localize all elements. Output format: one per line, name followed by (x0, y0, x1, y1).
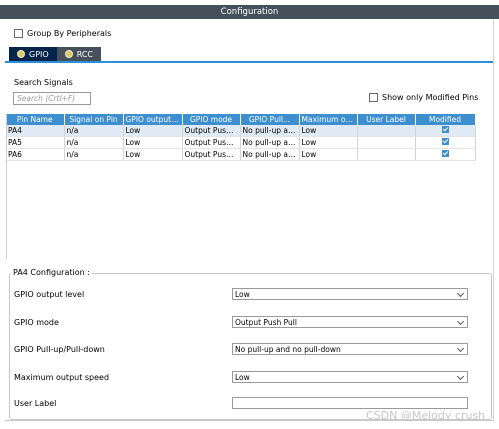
cell-pin: PA6 (6, 148, 65, 161)
tab-underline (5, 61, 493, 63)
max-output-speed-label: Maximum output speed (14, 373, 110, 382)
tab-gpio-label: GPIO (29, 49, 49, 59)
chevron-down-icon (456, 289, 465, 298)
col-gpio-output[interactable]: GPIO output ... (123, 114, 183, 125)
col-pin-name[interactable]: Pin Name (6, 114, 65, 125)
col-signal[interactable]: Signal on Pin (64, 114, 124, 125)
cell-speed: Low (299, 125, 358, 137)
tab-gpio[interactable]: GPIO (9, 47, 57, 61)
col-user-label[interactable]: User Label (357, 114, 416, 125)
gpio-pull-value: No pull-up and no pull-down (235, 345, 341, 354)
col-modified[interactable]: Modified (415, 114, 476, 125)
cell-modified (415, 148, 476, 161)
table-row[interactable]: PA4 n/a Low Output Push... No pull-up an… (6, 125, 476, 137)
gpio-mode-select[interactable]: Output Push Pull (232, 316, 468, 328)
cell-signal: n/a (64, 148, 124, 161)
cell-mode: Output Push... (182, 136, 241, 149)
gpio-output-level-value: Low (235, 290, 250, 299)
check-icon (441, 126, 449, 133)
peripheral-tabs: GPIO RCC (9, 47, 102, 61)
search-signals-label: Search Signals (14, 78, 73, 87)
tab-rcc-label: RCC (76, 49, 94, 59)
cell-speed: Low (299, 148, 358, 161)
group-by-peripherals-checkbox[interactable]: Group By Peripherals (14, 29, 111, 38)
col-max-speed[interactable]: Maximum ou... (299, 114, 358, 125)
gpio-output-level-select[interactable]: Low (232, 288, 468, 300)
show-modified-checkbox[interactable]: Show only Modified Pins (369, 93, 478, 102)
cell-mode: Output Push... (182, 148, 241, 161)
chevron-down-icon (456, 317, 465, 326)
gpio-output-level-label: GPIO output level (14, 290, 85, 299)
cell-label (357, 125, 416, 137)
group-by-peripherals-label: Group By Peripherals (27, 29, 112, 38)
user-label-input[interactable] (232, 397, 468, 409)
gpio-pull-select[interactable]: No pull-up and no pull-down (232, 343, 468, 355)
table-left-border (6, 114, 7, 259)
chevron-down-icon (456, 344, 465, 353)
cell-modified (415, 136, 476, 149)
cell-output: Low (123, 136, 183, 149)
status-dot-icon (64, 50, 73, 58)
panel-border (493, 19, 494, 421)
gpio-mode-value: Output Push Pull (235, 318, 297, 327)
cell-label (357, 148, 416, 161)
cell-pull: No pull-up an... (240, 125, 300, 137)
pin-config-title: PA4 Configuration : (11, 268, 92, 277)
cell-mode: Output Push... (182, 125, 241, 137)
col-gpio-mode[interactable]: GPIO mode (182, 114, 241, 125)
check-icon (441, 138, 449, 145)
table-header: Pin Name Signal on Pin GPIO output ... G… (6, 114, 476, 125)
max-output-speed-value: Low (235, 373, 250, 382)
cell-pin: PA4 (6, 125, 65, 137)
tab-rcc[interactable]: RCC (56, 47, 102, 61)
col-gpio-pull[interactable]: GPIO Pull... (240, 114, 300, 125)
cell-signal: n/a (64, 136, 124, 149)
chevron-down-icon (456, 372, 465, 381)
search-input[interactable] (13, 92, 91, 105)
window-title: Configuration (0, 5, 499, 19)
checkbox-box[interactable] (369, 93, 378, 102)
cell-speed: Low (299, 136, 358, 149)
pin-table: Pin Name Signal on Pin GPIO output ... G… (6, 114, 476, 161)
max-output-speed-select[interactable]: Low (232, 371, 468, 383)
cell-output: Low (123, 148, 183, 161)
show-modified-label: Show only Modified Pins (382, 93, 479, 102)
cell-modified (415, 125, 476, 137)
gpio-mode-label: GPIO mode (14, 318, 59, 327)
check-icon (441, 150, 449, 157)
checkbox-box[interactable] (14, 29, 23, 38)
cell-label (357, 136, 416, 149)
status-dot-icon (17, 50, 25, 58)
gpio-pull-label: GPIO Pull-up/Pull-down (14, 345, 105, 354)
user-label-label: User Label (14, 399, 57, 408)
table-row[interactable]: PA5 n/a Low Output Push... No pull-up an… (6, 136, 476, 149)
watermark: CSDN @Melody crush (366, 409, 486, 422)
table-row[interactable]: PA6 n/a Low Output Push... No pull-up an… (6, 148, 476, 161)
cell-output: Low (123, 125, 183, 137)
cell-pull: No pull-up an... (240, 136, 300, 149)
cell-signal: n/a (64, 125, 124, 137)
cell-pin: PA5 (6, 136, 65, 149)
cell-pull: No pull-up an... (240, 148, 300, 161)
